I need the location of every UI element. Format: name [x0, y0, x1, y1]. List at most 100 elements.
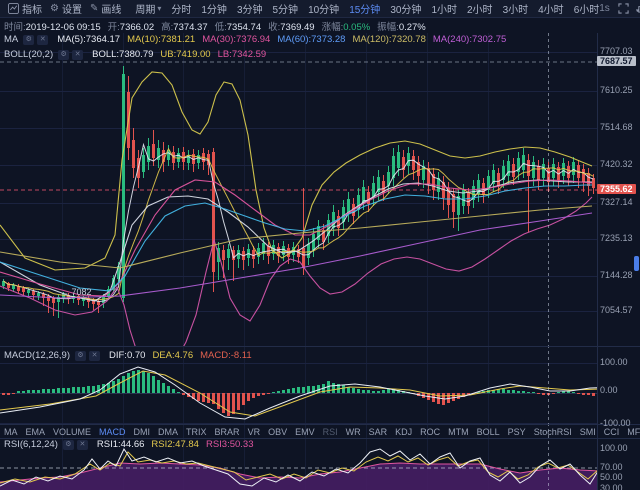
legend-close-icon[interactable]: ✕ [72, 50, 83, 60]
main-chart-svg[interactable] [0, 0, 640, 490]
candle-body [407, 153, 410, 166]
info-item: 收:7369.49 [268, 19, 314, 33]
timeframe-6小时[interactable]: 6小时 [574, 1, 600, 16]
indicator-tab-BRAR[interactable]: BRAR [215, 427, 240, 437]
indicator-tab-CCI[interactable]: CCI [604, 427, 620, 437]
price-axis-label: 7355.62 [597, 184, 636, 194]
info-value: 0.05% [343, 22, 370, 33]
speed-label[interactable]: 1s [599, 3, 610, 14]
trading-terminal: 指标⚙设置✎画线 周期 ▾ 分时1分钟3分钟5分钟10分钟15分钟30分钟1小时… [0, 0, 640, 490]
macd-bar [77, 387, 80, 393]
timeframe-15分钟[interactable]: 15分钟 [349, 1, 380, 16]
legend-close-icon[interactable]: ✕ [77, 440, 88, 450]
legend-close-icon[interactable]: ✕ [89, 351, 100, 361]
indicator-tab-ROC[interactable]: ROC [420, 427, 440, 437]
legend-icons: ⚙✕ [23, 35, 51, 45]
macd-bar [502, 389, 505, 393]
timeframe-4小时[interactable]: 4小时 [538, 1, 564, 16]
legend-close-icon[interactable]: ✕ [37, 35, 48, 45]
macd-bar [122, 376, 125, 393]
legend-value: MACD:-8.11 [200, 350, 252, 361]
indicator-tab-MACD[interactable]: MACD [99, 427, 126, 437]
indicator-tab-DMA[interactable]: DMA [158, 427, 178, 437]
low-price-annotation: ← 7082 [60, 287, 92, 297]
candle-body [362, 187, 365, 202]
indicator-tab-KDJ[interactable]: KDJ [395, 427, 412, 437]
indicator-tab-StochRSI[interactable]: StochRSI [534, 427, 572, 437]
indicator-tab-RSI[interactable]: RSI [323, 427, 338, 437]
macd-bar [527, 392, 530, 393]
tool-indicator[interactable]: 指标 [8, 1, 42, 16]
timeframe-3分钟[interactable]: 3分钟 [237, 1, 263, 16]
axis-scroll-pill[interactable] [634, 256, 639, 271]
indicator-tab-WR[interactable]: WR [346, 427, 361, 437]
indicator-tab-SMI[interactable]: SMI [580, 427, 596, 437]
macd-bar [167, 386, 170, 393]
macd-bar [172, 389, 175, 393]
macd-bar [262, 393, 265, 395]
info-value: 2019-12-06 09:15 [26, 22, 101, 33]
info-label: 时间: [4, 22, 26, 33]
indicator-tab-VOLUME[interactable]: VOLUME [53, 427, 91, 437]
macd-axis-label: -100.00 [600, 418, 631, 428]
legend-settings-icon[interactable]: ⚙ [23, 35, 34, 45]
timeframe-10分钟[interactable]: 10分钟 [308, 1, 339, 16]
candle-body [282, 246, 285, 255]
timeframe-5分钟[interactable]: 5分钟 [273, 1, 299, 16]
timeframe-1分钟[interactable]: 1分钟 [201, 1, 227, 16]
indicator-tab-VR[interactable]: VR [248, 427, 261, 437]
legend-title: RSI(6,12,24) [4, 439, 58, 450]
candle-body [102, 297, 105, 303]
macd-bar [307, 386, 310, 393]
macd-bar [197, 393, 200, 401]
macd-bar [507, 390, 510, 393]
macd-bar [297, 387, 300, 393]
timeframe-2小时[interactable]: 2小时 [467, 1, 493, 16]
macd-bar [27, 390, 30, 393]
indicator-tab-BOLL[interactable]: BOLL [477, 427, 500, 437]
macd-bar [277, 391, 280, 393]
indicator-tab-PSY[interactable]: PSY [508, 427, 526, 437]
macd-bar [17, 391, 20, 393]
overlay-lines-layer [0, 72, 594, 372]
macd-bar [57, 388, 60, 393]
line-MA240 [0, 213, 592, 298]
tool-draw[interactable]: ✎画线 [90, 1, 121, 16]
indicator-tab-TRIX[interactable]: TRIX [186, 427, 207, 437]
restore-window-icon[interactable] [636, 3, 640, 14]
indicator-tab-SAR[interactable]: SAR [369, 427, 388, 437]
indicator-tab-DMI[interactable]: DMI [134, 427, 151, 437]
candle-body [142, 155, 145, 172]
price-axis-label: 7235.13 [600, 233, 633, 243]
indicator-tab-EMV[interactable]: EMV [295, 427, 315, 437]
candle-body [572, 162, 575, 175]
legend-settings-icon[interactable]: ⚙ [75, 351, 86, 361]
macd-bar [117, 379, 120, 393]
macd-bar [127, 373, 130, 393]
indicator-tab-OBV[interactable]: OBV [268, 427, 287, 437]
timeframe-3小时[interactable]: 3小时 [503, 1, 529, 16]
period-dropdown[interactable]: 周期 ▾ [135, 1, 161, 16]
tool-label: 设置 [62, 1, 82, 16]
legend-icons: ⚙✕ [58, 50, 86, 60]
line-BOLL-LB [0, 197, 592, 372]
macd-axis-label: 100.00 [600, 357, 628, 367]
indicator-tab-MFI[interactable]: MFI [627, 427, 640, 437]
legend-settings-icon[interactable]: ⚙ [63, 440, 74, 450]
legend-settings-icon[interactable]: ⚙ [58, 50, 69, 60]
candle-body [367, 192, 370, 204]
macd-bar [592, 393, 595, 396]
indicator-tab-MTM[interactable]: MTM [448, 427, 469, 437]
timeframe-30分钟[interactable]: 30分钟 [390, 1, 421, 16]
legend-value: MA(5):7364.17 [57, 34, 120, 45]
legend-value: DIF:0.70 [109, 350, 145, 361]
tool-settings[interactable]: ⚙设置 [50, 1, 82, 16]
indicator-tab-EMA[interactable]: EMA [26, 427, 46, 437]
timeframe-分时[interactable]: 分时 [171, 1, 191, 16]
macd-bar [22, 391, 25, 393]
fullscreen-icon[interactable] [618, 3, 629, 14]
timeframe-1小时[interactable]: 1小时 [431, 1, 457, 16]
rsi-layer [0, 449, 636, 490]
indicator-tab-MA[interactable]: MA [4, 427, 18, 437]
macd-bar [377, 391, 380, 393]
